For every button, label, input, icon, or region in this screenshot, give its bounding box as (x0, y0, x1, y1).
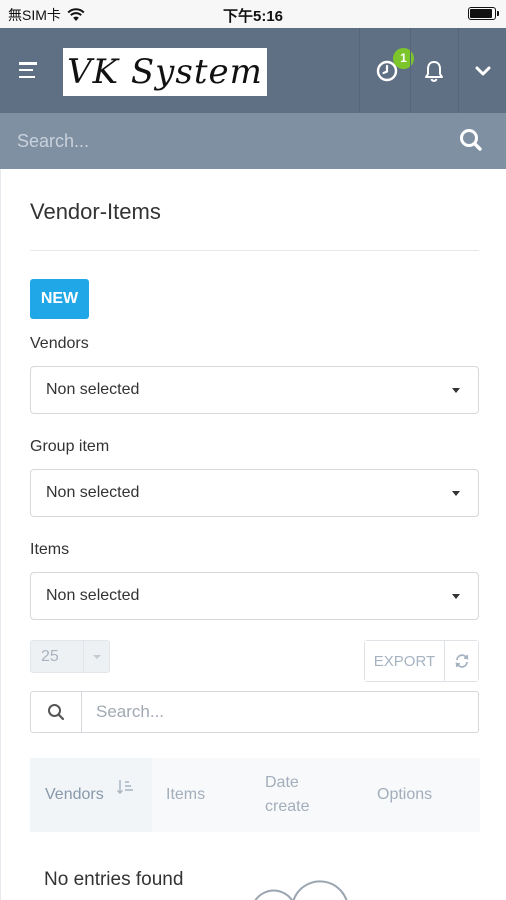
table-actions: EXPORT (364, 640, 479, 682)
refresh-button[interactable] (445, 641, 478, 681)
caret-down-icon (452, 491, 460, 496)
status-time: 下午5:16 (222, 8, 284, 25)
refresh-icon (455, 654, 468, 668)
logo-text: VK System (67, 52, 263, 92)
global-search-input[interactable] (0, 113, 440, 169)
page-title: Vendor-Items (30, 199, 161, 224)
column-header-label: Date create (265, 774, 310, 815)
cloud-icon (254, 880, 348, 900)
nav-divider (458, 28, 459, 113)
items-label: Items (30, 541, 70, 558)
search-icon[interactable] (458, 127, 484, 153)
caret-down-icon (452, 594, 460, 599)
table-search (30, 691, 479, 733)
chevron-down-icon[interactable] (470, 58, 496, 84)
column-header-vendors[interactable]: Vendors (30, 758, 152, 832)
search-icon (48, 704, 65, 721)
top-navbar: VK System 1 (0, 28, 506, 113)
items-select[interactable]: Non selected (30, 572, 479, 620)
column-header-options[interactable]: Options (377, 758, 467, 832)
table-header: Vendors Items Date create Options (30, 758, 480, 832)
sort-ascending-icon (116, 780, 133, 794)
table-search-input[interactable] (82, 692, 478, 732)
column-header-date-create[interactable]: Date create (265, 758, 345, 832)
main-content: Vendor-Items NEW Vendors Non selected Gr… (0, 169, 506, 900)
status-bar: 無SIM卡 下午5:16 (0, 0, 506, 28)
column-header-label: Items (166, 786, 206, 803)
table-search-icon-box (31, 692, 82, 732)
nav-divider (359, 28, 360, 113)
vendors-label: Vendors (30, 335, 89, 352)
column-header-items[interactable]: Items (166, 758, 256, 832)
logo[interactable]: VK System (63, 48, 267, 96)
bell-icon[interactable] (421, 58, 447, 84)
battery-icon (468, 7, 499, 20)
page-length-select[interactable]: 25 (30, 640, 110, 673)
group-item-select-value: Non selected (46, 484, 140, 501)
group-item-select[interactable]: Non selected (30, 469, 479, 517)
global-search-bar (0, 113, 506, 169)
column-header-label: Vendors (45, 786, 104, 803)
divider (30, 250, 479, 251)
new-button[interactable]: NEW (30, 279, 89, 319)
page-length-value: 25 (41, 648, 59, 665)
caret-down-icon (452, 388, 460, 393)
vendors-select-value: Non selected (46, 381, 140, 398)
menu-icon[interactable] (19, 62, 37, 78)
group-item-label: Group item (30, 438, 110, 455)
nav-divider (410, 28, 411, 113)
vendors-select[interactable]: Non selected (30, 366, 479, 414)
items-select-value: Non selected (46, 587, 140, 604)
empty-table-message: No entries found (44, 869, 184, 890)
column-header-label: Options (377, 786, 433, 803)
caret-down-icon (83, 641, 109, 672)
export-button[interactable]: EXPORT (365, 641, 445, 681)
